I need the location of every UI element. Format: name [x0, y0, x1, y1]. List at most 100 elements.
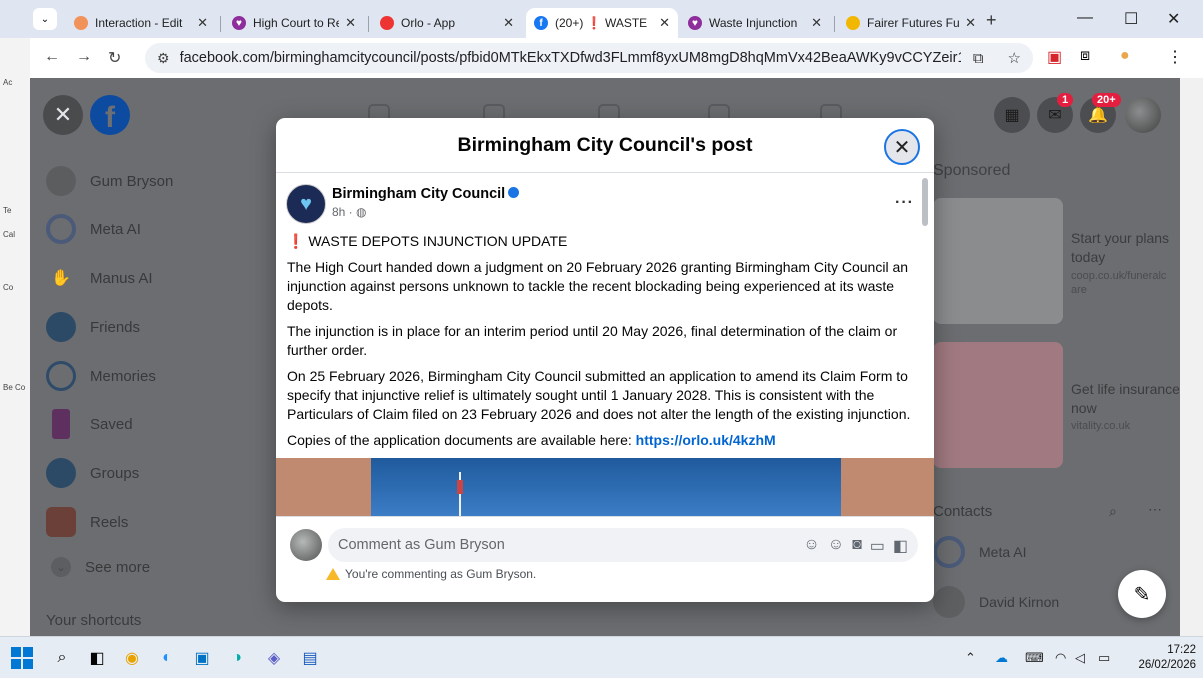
heart-favicon-icon: ♥ [688, 16, 702, 30]
close-window-button[interactable]: ✕ [1167, 9, 1180, 29]
reload-button[interactable]: ↻ [108, 48, 121, 68]
battery-icon[interactable]: ▭ [1098, 650, 1110, 666]
onedrive-icon[interactable]: ☁ [995, 650, 1008, 666]
manus-icon: ✋ [51, 270, 71, 287]
page-scrollbar[interactable] [1180, 78, 1203, 636]
emoji-icon[interactable]: ☺ [828, 536, 844, 556]
start-button[interactable] [10, 646, 34, 670]
close-tab-icon[interactable]: ✕ [345, 15, 356, 31]
site-info-icon[interactable]: ⚙ [157, 50, 170, 67]
address-bar[interactable]: ⚙ facebook.com/birminghamcitycouncil/pos… [145, 43, 1033, 73]
edge-icon[interactable]: ◐ [155, 646, 179, 670]
comment-input[interactable]: Comment as Gum Bryson ☺ ☺ ◙ ▭ ◧ [328, 528, 918, 562]
coop-ad-image[interactable] [933, 198, 1063, 324]
contacts-search-icon[interactable]: ⌕ [1109, 503, 1117, 520]
tab-high-court[interactable]: ♥ High Court to Re ✕ [224, 8, 364, 38]
verified-badge-icon [508, 187, 520, 198]
vitality-ad-title[interactable]: Get life insurance now [1071, 380, 1191, 418]
messenger-badge: 1 [1057, 93, 1074, 107]
wifi-icon[interactable]: ◠ [1055, 650, 1066, 666]
heart-favicon-icon: ♥ [232, 16, 246, 30]
clock[interactable]: 17:22 26/02/2026 [1130, 643, 1196, 673]
avatar-sticker-icon[interactable]: ☺ [803, 536, 819, 556]
comment-tools: ☺ ☺ ◙ ▭ ◧ [803, 536, 908, 556]
globe-icon: ◍ [356, 205, 367, 219]
outlook-icon[interactable]: ▣ [190, 646, 214, 670]
close-tab-icon[interactable]: ✕ [811, 15, 822, 31]
tray-overflow-icon[interactable]: ⌃ [965, 650, 976, 666]
extensions-icon[interactable]: ⧈ [1080, 47, 1090, 65]
groups-icon [46, 458, 76, 488]
post-paragraph: The High Court handed down a judgment on… [287, 259, 909, 313]
close-tab-icon[interactable]: ✕ [197, 15, 208, 31]
close-tab-icon[interactable]: ✕ [965, 15, 976, 31]
post-dialog: Birmingham City Council's post ✕ ♥ Birmi… [276, 118, 934, 602]
post-scroll-area[interactable]: ♥ Birmingham City Council 8h · ◍ ··· ❗ W… [276, 174, 934, 516]
profile-icon[interactable]: ● [1120, 47, 1130, 65]
browser-menu-icon[interactable]: ⋮ [1167, 47, 1183, 67]
new-message-button[interactable]: ✎ [1118, 570, 1166, 618]
tab-orlo[interactable]: Orlo - App ✕ [372, 8, 522, 38]
word-icon[interactable]: ▤ [298, 646, 322, 670]
close-tab-icon[interactable]: ✕ [503, 15, 514, 31]
post-paragraph: Copies of the application documents are … [287, 432, 776, 448]
vitality-ad-url[interactable]: vitality.co.uk [1071, 419, 1167, 433]
chrome-icon[interactable]: ◉ [120, 646, 144, 670]
windows-logo-icon [11, 647, 33, 669]
clock-date: 26/02/2026 [1138, 659, 1196, 671]
coop-ad-title[interactable]: Start your plans today [1071, 229, 1191, 267]
orlo-link[interactable]: https://orlo.uk/4kzhM [636, 432, 776, 448]
new-tab-button[interactable]: + [986, 10, 997, 31]
contact-meta-ai[interactable]: Meta AI [933, 536, 1026, 568]
contact-avatar [933, 586, 965, 618]
cast-icon[interactable]: ⧉ [973, 50, 984, 67]
post-image[interactable] [276, 458, 934, 516]
tab-fairer-futures[interactable]: Fairer Futures Fun ✕ [838, 8, 984, 38]
tab-interaction-edit[interactable]: Interaction - Edit ✕ [66, 8, 216, 38]
contact-david-kirnon[interactable]: David Kirnon [933, 586, 1059, 618]
post-meta[interactable]: 8h · ◍ [332, 205, 367, 219]
gif-icon[interactable]: ▭ [870, 536, 885, 556]
tab-list-button[interactable]: ⌄ [33, 8, 57, 30]
search-icon[interactable]: ⌕ [50, 646, 74, 670]
bookmark-star-icon[interactable]: ☆ [1008, 49, 1021, 67]
maximize-button[interactable]: ☐ [1124, 9, 1138, 29]
dialog-header: Birmingham City Council's post ✕ [276, 118, 934, 173]
memories-icon [46, 361, 76, 391]
vitality-ad-image[interactable] [933, 342, 1063, 468]
council-avatar[interactable]: ♥ [286, 184, 326, 224]
tab-waste-injunction[interactable]: ♥ Waste Injunction ✕ [680, 8, 830, 38]
task-view-icon[interactable]: ◧ [85, 646, 109, 670]
account-avatar[interactable] [1125, 97, 1161, 133]
close-overlay-icon[interactable]: ✕ [43, 95, 83, 135]
contacts-more-icon[interactable]: ⋯ [1148, 501, 1162, 518]
forward-button[interactable]: → [76, 48, 92, 66]
close-tab-icon[interactable]: ✕ [659, 15, 670, 31]
close-dialog-button[interactable]: ✕ [884, 129, 920, 165]
post-text: ❗ WASTE DEPOTS INJUNCTION UPDATE The Hig… [287, 232, 919, 457]
commenter-avatar[interactable] [290, 529, 322, 561]
edge-app-icon[interactable]: ◑ [225, 646, 249, 670]
windows-taskbar: ⌕ ◧ ◉ ◐ ▣ ◑ ◈ ▤ ⌃ ☁ ⌨ ◠ ◁ ▭ 17:22 26/02/… [0, 636, 1203, 678]
tab-facebook-active[interactable]: f (20+) ❗ WASTE ✕ [526, 8, 678, 38]
facebook-logo-icon[interactable]: f [90, 95, 130, 135]
back-button[interactable]: ← [44, 48, 60, 66]
dialog-title: Birmingham City Council's post [457, 133, 753, 156]
keyboard-icon[interactable]: ⌨ [1025, 650, 1044, 666]
post-options-icon[interactable]: ··· [895, 194, 914, 212]
sticker-icon[interactable]: ◧ [893, 536, 908, 556]
teams-icon[interactable]: ◈ [262, 646, 286, 670]
coop-ad-url[interactable]: coop.co.uk/funeralcare [1071, 269, 1167, 297]
dialog-scrollbar-thumb[interactable] [922, 178, 928, 226]
post-paragraph: On 25 February 2026, Birmingham City Cou… [287, 368, 911, 422]
volume-icon[interactable]: ◁ [1075, 650, 1085, 666]
camera-icon[interactable]: ◙ [852, 536, 862, 556]
comment-composer: Comment as Gum Bryson ☺ ☺ ◙ ▭ ◧ You're c… [276, 516, 934, 602]
url-text: facebook.com/birminghamcitycouncil/posts… [179, 50, 961, 66]
pdf-extension-icon[interactable]: ▣ [1047, 47, 1062, 67]
menu-grid-icon[interactable]: ▦ [994, 97, 1030, 133]
meta-ai-icon [46, 214, 76, 244]
minimize-button[interactable]: — [1077, 9, 1093, 27]
browser-toolbar: ← → ↻ ⚙ facebook.com/birminghamcitycounc… [30, 38, 1203, 78]
post-author[interactable]: Birmingham City Council [332, 186, 520, 202]
